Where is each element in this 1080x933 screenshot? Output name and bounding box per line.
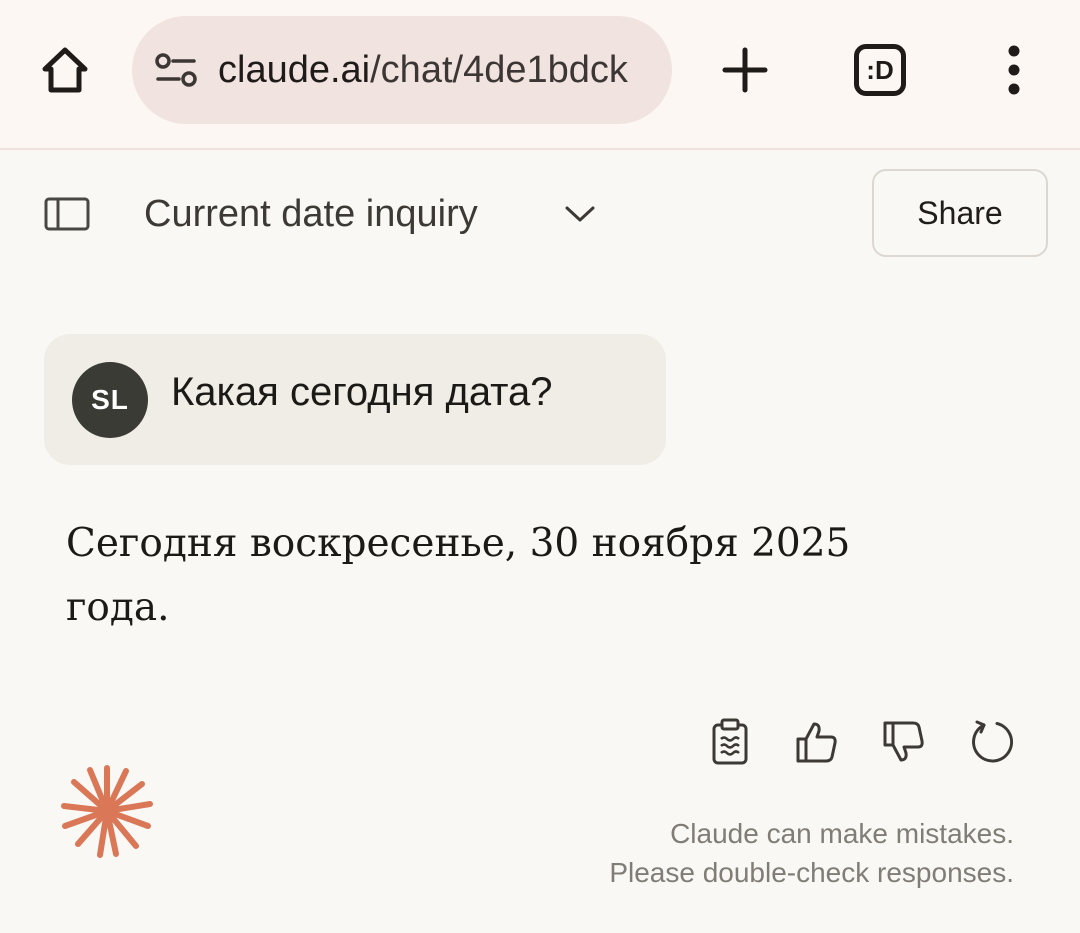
sidebar-icon bbox=[44, 197, 90, 231]
thumbs-down-button[interactable] bbox=[876, 714, 932, 770]
new-tab-button[interactable] bbox=[710, 35, 780, 105]
sidebar-toggle-button[interactable] bbox=[40, 190, 94, 238]
browser-menu-button[interactable] bbox=[988, 35, 1040, 105]
retry-icon bbox=[972, 720, 1014, 763]
site-settings-icon[interactable] bbox=[152, 46, 200, 94]
browser-toolbar: claude.ai/chat/4de1bdck :D bbox=[0, 0, 1080, 150]
copy-button[interactable] bbox=[702, 714, 758, 770]
home-button[interactable] bbox=[30, 35, 100, 105]
user-message-text: Какая сегодня дата? bbox=[171, 370, 553, 414]
avatar[interactable]: SL bbox=[72, 362, 148, 438]
title-menu-button[interactable] bbox=[560, 194, 600, 234]
disclaimer-line-2: Please double-check responses. bbox=[609, 857, 1014, 888]
share-button[interactable]: Share bbox=[872, 169, 1048, 257]
thumbs-up-icon bbox=[796, 722, 837, 763]
url-host: claude.ai bbox=[218, 48, 371, 91]
thumbs-down-icon bbox=[883, 721, 924, 762]
tab-switcher-button[interactable]: :D bbox=[854, 44, 906, 96]
home-icon bbox=[42, 47, 88, 93]
thumbs-up-button[interactable] bbox=[789, 714, 845, 770]
url-path: /chat/4de1bdck bbox=[370, 48, 628, 91]
url-text[interactable]: claude.ai/chat/4de1bdck bbox=[218, 49, 653, 92]
copy-icon bbox=[712, 718, 748, 765]
claude-logo-icon bbox=[61, 765, 153, 858]
assistant-message-text: Сегодня воскресенье, 30 ноября 2025 года… bbox=[66, 521, 851, 630]
tab-count-label: :D bbox=[866, 54, 894, 85]
chevron-down-icon bbox=[565, 206, 595, 222]
plus-icon bbox=[722, 47, 768, 93]
disclaimer-line-1: Claude can make mistakes. bbox=[670, 818, 1014, 849]
retry-button[interactable] bbox=[965, 714, 1021, 770]
chat-title[interactable]: Current date inquiry bbox=[144, 186, 478, 242]
more-vertical-icon bbox=[1008, 45, 1020, 95]
address-bar[interactable]: claude.ai/chat/4de1bdck bbox=[132, 16, 672, 124]
user-message: SL Какая сегодня дата? bbox=[44, 334, 666, 465]
disclaimer: Claude can make mistakes. Please double-… bbox=[609, 814, 1014, 892]
